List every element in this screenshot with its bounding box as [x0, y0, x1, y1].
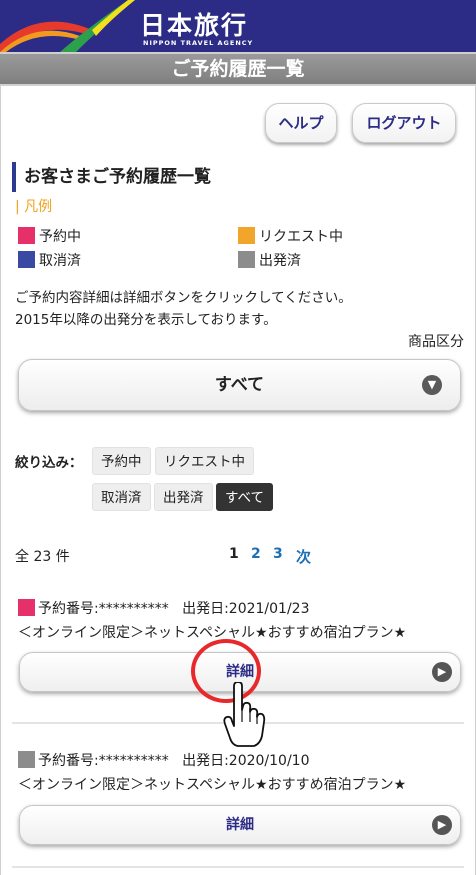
filter-chip-departed[interactable]: 出発済 [154, 483, 213, 511]
chevron-right-icon: ▶ [432, 815, 452, 835]
filter-label: 絞り込み： [15, 455, 83, 471]
page-current: 1 [229, 546, 239, 562]
page-link-3[interactable]: 3 [273, 546, 283, 562]
filter-chip-cancelled[interactable]: 取消済 [92, 483, 151, 511]
result-divider [12, 866, 464, 868]
reservation-number: 予約番号:********** [38, 753, 169, 769]
brand-subtitle: NIPPON TRAVEL AGENCY [143, 39, 254, 47]
legend-item-label: 予約中 [39, 229, 81, 245]
brand-name: 日本旅行 [140, 11, 249, 40]
legend-label: | 凡例 [15, 199, 53, 215]
departure-date: 出発日:2021/01/23 [182, 601, 310, 617]
page-title: ご予約履歴一覧 [0, 52, 476, 86]
reservation-number: 予約番号:********** [38, 601, 169, 617]
info-text-range: 2015年以降の出発分を表示しております。 [15, 312, 277, 328]
legend-item-label: 取消済 [39, 253, 81, 269]
plan-name: ＜オンライン限定＞ネットスペシャル★おすすめ宿泊プラン★ [18, 777, 407, 793]
legend-swatch-requested [238, 227, 255, 244]
legend-item-label: リクエスト中 [259, 229, 343, 245]
page-link-2[interactable]: 2 [251, 546, 261, 562]
info-text-detail: ご予約内容詳細は詳細ボタンをクリックしてください。 [15, 290, 352, 306]
reservation-header: 予約番号:********** 出発日:2021/01/23 [18, 599, 310, 618]
chevron-right-icon: ▶ [432, 662, 452, 682]
left-border [0, 86, 1, 875]
legend-swatch-cancelled [18, 251, 35, 268]
next-page-link[interactable]: 次 [296, 546, 311, 567]
chevron-down-icon: ▼ [422, 375, 442, 395]
site-header: 日本旅行 NIPPON TRAVEL AGENCY [0, 0, 476, 52]
legend-label-text: 凡例 [24, 199, 53, 215]
status-badge [18, 599, 35, 616]
filter-chip-requested[interactable]: リクエスト中 [155, 447, 254, 475]
plan-name: ＜オンライン限定＞ネットスペシャル★おすすめ宿泊プラン★ [18, 625, 407, 641]
category-label: 商品区分 [408, 334, 464, 350]
pointer-hand-icon [223, 682, 266, 747]
departure-date: 出発日:2020/10/10 [182, 753, 310, 769]
reservation-header: 予約番号:********** 出発日:2020/10/10 [18, 751, 310, 770]
logout-button[interactable]: ログアウト [352, 103, 456, 143]
category-select[interactable]: すべて ▼ [18, 359, 461, 411]
legend-swatch-departed [238, 251, 255, 268]
filter-chip-booked[interactable]: 予約中 [92, 447, 151, 475]
legend-item-departed: 出発済 [238, 251, 301, 270]
legend-item-requested: リクエスト中 [238, 227, 343, 246]
status-badge [18, 751, 35, 768]
legend-item-label: 出発済 [259, 253, 301, 269]
help-button[interactable]: ヘルプ [265, 103, 337, 143]
section-title: お客さまご予約履歴一覧 [12, 162, 211, 192]
filter-chip-all[interactable]: すべて [216, 483, 274, 511]
detail-button-label: 詳細 [226, 817, 254, 833]
legend-item-booked: 予約中 [18, 227, 81, 246]
detail-button[interactable]: 詳細 ▶ [19, 805, 461, 845]
total-count: 全 23 件 [15, 549, 70, 565]
category-selected-value: すべて [214, 375, 265, 395]
nta-logo-icon[interactable] [0, 0, 135, 52]
legend-item-cancelled: 取消済 [18, 251, 81, 270]
legend-swatch-booked [18, 227, 35, 244]
